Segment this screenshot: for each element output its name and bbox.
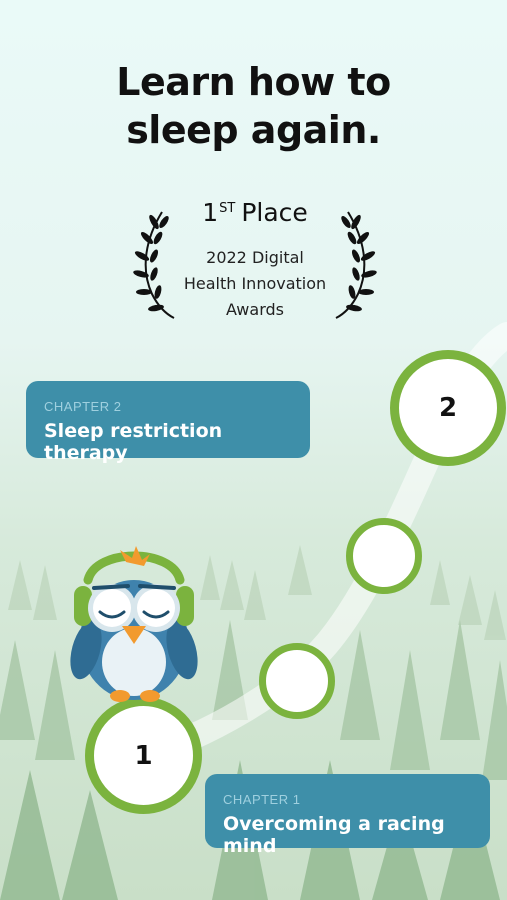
award-place-label: Place (241, 198, 308, 227)
award-place: 1ST Place (130, 198, 380, 227)
chapter-1-number: 1 (134, 740, 153, 771)
chapter-2-title: Sleep restriction therapy (44, 420, 223, 464)
owl-mascot-icon (70, 546, 198, 702)
award-badge: 1ST Place 2022 Digital Health Innovation … (130, 198, 380, 320)
chapter-2-card[interactable]: CHAPTER 2 Sleep restriction therapy (26, 381, 310, 464)
chapter-2-node[interactable]: 2 (390, 350, 506, 466)
path-step-node[interactable] (346, 518, 422, 594)
path-step-node[interactable] (259, 643, 335, 719)
chapter-1-card[interactable]: CHAPTER 1 Overcoming a racing mind (205, 774, 490, 857)
chapter-1-label: CHAPTER 1 (223, 792, 301, 807)
chapter-2-number: 2 (438, 393, 458, 423)
chapter-1-title: Overcoming a racing mind (223, 813, 445, 857)
chapter-2-label: CHAPTER 2 (44, 399, 122, 414)
award-line-2: Health Innovation (183, 274, 327, 293)
headline-line-2: sleep again. (126, 108, 381, 152)
award-rank-suffix: ST (219, 201, 236, 216)
award-rank: 1 (202, 198, 219, 227)
onboarding-screen: Learn how to sleep again. 1ST Place 2022… (0, 0, 507, 900)
award-description: 2022 Digital Health Innovation Awards (130, 245, 380, 323)
headline: Learn how to sleep again. (0, 58, 507, 154)
chapter-1-node[interactable]: 1 (85, 697, 202, 814)
award-line-3: Awards (226, 300, 284, 319)
headline-line-1: Learn how to (116, 60, 391, 104)
award-line-1: 2022 Digital (206, 248, 304, 267)
